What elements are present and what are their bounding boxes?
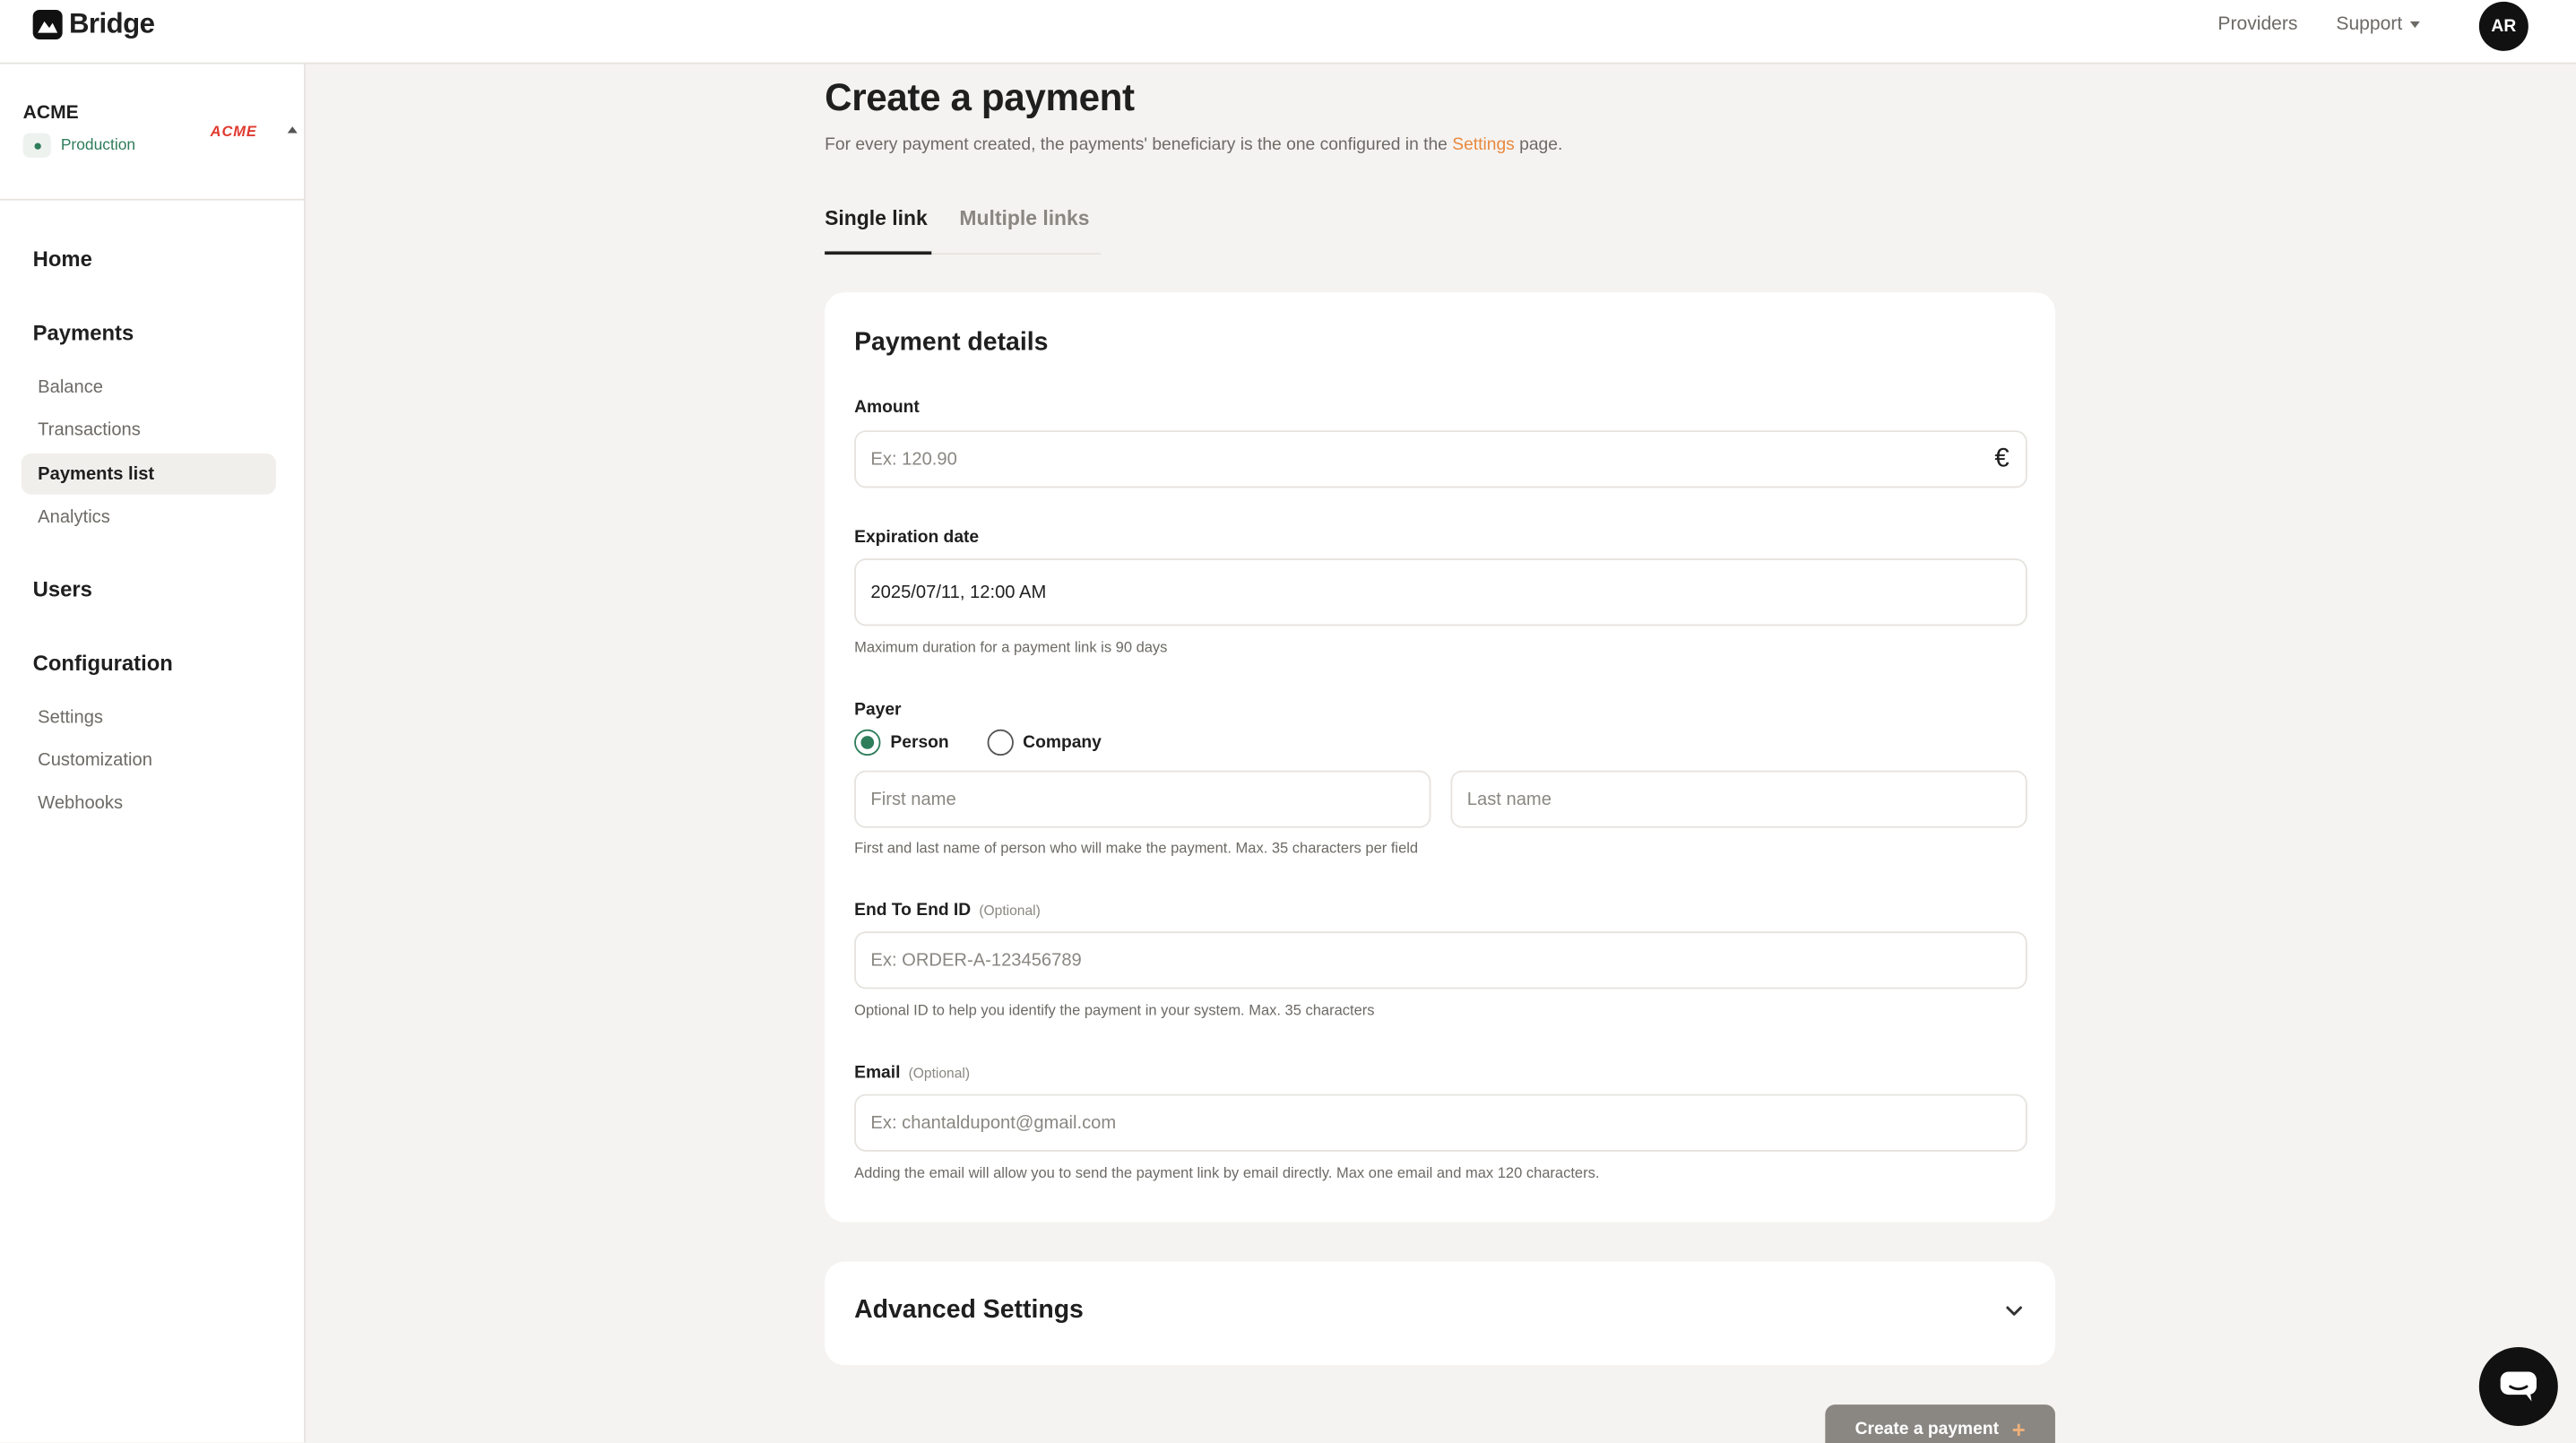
radio-company[interactable] — [986, 729, 1014, 756]
sidebar-item-users[interactable]: Users — [33, 576, 92, 601]
sidebar-item-home[interactable]: Home — [33, 246, 92, 271]
environment-badge: Production — [22, 133, 136, 158]
amount-label: Amount — [854, 398, 920, 418]
org-switcher[interactable]: ACME Production ACME — [0, 64, 305, 201]
create-payment-label: Create a payment — [1854, 1419, 2000, 1439]
payer-label-text: Payer — [854, 699, 902, 720]
first-name-placeholder: First name — [870, 789, 956, 809]
caret-up-icon — [287, 126, 298, 134]
tab-single-link[interactable]: Single link — [825, 207, 928, 230]
bridge-logo-icon — [32, 9, 63, 39]
sidebar-item-webhooks[interactable]: Webhooks — [22, 782, 276, 823]
expiration-date-value: 2025/07/11, 12:00 AM — [870, 582, 1047, 602]
amount-input[interactable]: Ex: 120.90 € — [854, 430, 2027, 488]
payment-details-title: Payment details — [854, 328, 1049, 357]
radio-person[interactable] — [854, 729, 881, 756]
optional-tag: (Optional) — [979, 902, 1041, 919]
org-logo: ACME — [210, 123, 257, 140]
end-to-end-placeholder: Ex: ORDER-A-123456789 — [870, 950, 1082, 971]
expiration-hint: Maximum duration for a payment link is 9… — [854, 638, 1168, 656]
payment-details-card: Payment details Amount Ex: 120.90 € Expi… — [825, 292, 2055, 1223]
page-subtitle: For every payment created, the payments'… — [825, 134, 1562, 154]
sidebar-heading-configuration[interactable]: Configuration — [33, 651, 173, 675]
top-bar: Bridge Providers Support AR — [0, 0, 2576, 65]
active-tab-indicator — [825, 251, 932, 255]
email-label: Email (Optional) — [854, 1063, 970, 1083]
expiration-label: Expiration date — [854, 527, 979, 547]
advanced-settings-title: Advanced Settings — [854, 1296, 1084, 1325]
subtitle-text-after: page. — [1514, 134, 1563, 155]
sidebar-item-transactions[interactable]: Transactions — [22, 409, 276, 450]
settings-link[interactable]: Settings — [1452, 134, 1515, 154]
optional-tag: (Optional) — [908, 1064, 971, 1082]
bridge-logo[interactable]: Bridge — [32, 8, 155, 39]
expiration-date-input[interactable]: 2025/07/11, 12:00 AM — [854, 558, 2027, 626]
end-to-end-id-input[interactable]: Ex: ORDER-A-123456789 — [854, 931, 2027, 989]
providers-link[interactable]: Providers — [2217, 14, 2297, 34]
sidebar-item-balance[interactable]: Balance — [22, 367, 276, 408]
chevron-down-icon — [2006, 1306, 2022, 1316]
brand-name: Bridge — [68, 8, 155, 39]
sidebar-item-payments-list[interactable]: Payments list — [21, 453, 276, 495]
amount-label-text: Amount — [854, 397, 920, 418]
email-label-text: Email — [854, 1062, 901, 1083]
org-name: ACME — [22, 103, 79, 124]
tab-multiple-links[interactable]: Multiple links — [959, 207, 1089, 230]
sidebar-item-customization[interactable]: Customization — [22, 739, 276, 781]
radio-company-label[interactable]: Company — [1023, 732, 1102, 752]
sidebar-item-analytics[interactable]: Analytics — [22, 497, 276, 538]
last-name-placeholder: Last name — [1466, 789, 1552, 809]
email-hint: Adding the email will allow you to send … — [854, 1164, 1600, 1181]
end-to-end-label-text: End To End ID — [854, 900, 972, 920]
end-to-end-hint: Optional ID to help you identify the pay… — [854, 1002, 1375, 1019]
end-to-end-label: End To End ID (Optional) — [854, 900, 1041, 920]
euro-icon: € — [1994, 445, 2010, 473]
email-placeholder: Ex: chantaldupont@gmail.com — [870, 1112, 1117, 1133]
status-dot-icon — [22, 133, 51, 158]
expiration-label-text: Expiration date — [854, 527, 980, 548]
first-name-input[interactable]: First name — [854, 770, 1431, 828]
payer-label: Payer — [854, 700, 901, 720]
chat-icon — [2500, 1371, 2537, 1402]
support-label: Support — [2336, 14, 2403, 35]
user-avatar[interactable]: AR — [2478, 1, 2528, 51]
page-title: Create a payment — [825, 75, 1135, 118]
sidebar: ACME Production ACME Home Payments Balan… — [0, 64, 306, 1443]
radio-person-label[interactable]: Person — [890, 732, 948, 752]
sidebar-heading-payments[interactable]: Payments — [33, 320, 134, 344]
payer-type-radio-group: Person Company — [854, 729, 1139, 756]
environment-label: Production — [60, 136, 136, 155]
chat-widget-button[interactable] — [2478, 1346, 2558, 1426]
support-menu[interactable]: Support — [2336, 14, 2421, 35]
subtitle-text-before: For every payment created, the payments'… — [825, 134, 1453, 155]
sidebar-item-settings[interactable]: Settings — [22, 696, 276, 738]
plus-icon: + — [2011, 1415, 2026, 1443]
email-input[interactable]: Ex: chantaldupont@gmail.com — [854, 1093, 2027, 1152]
caret-down-icon — [2410, 21, 2421, 29]
advanced-settings-accordion[interactable]: Advanced Settings — [825, 1261, 2055, 1366]
amount-placeholder: Ex: 120.90 — [870, 449, 957, 470]
create-payment-button[interactable]: Create a payment + — [1825, 1404, 2055, 1443]
payer-name-hint: First and last name of person who will m… — [854, 839, 1419, 856]
last-name-input[interactable]: Last name — [1450, 770, 2027, 828]
link-type-tabs: Single link Multiple links — [825, 203, 1102, 255]
